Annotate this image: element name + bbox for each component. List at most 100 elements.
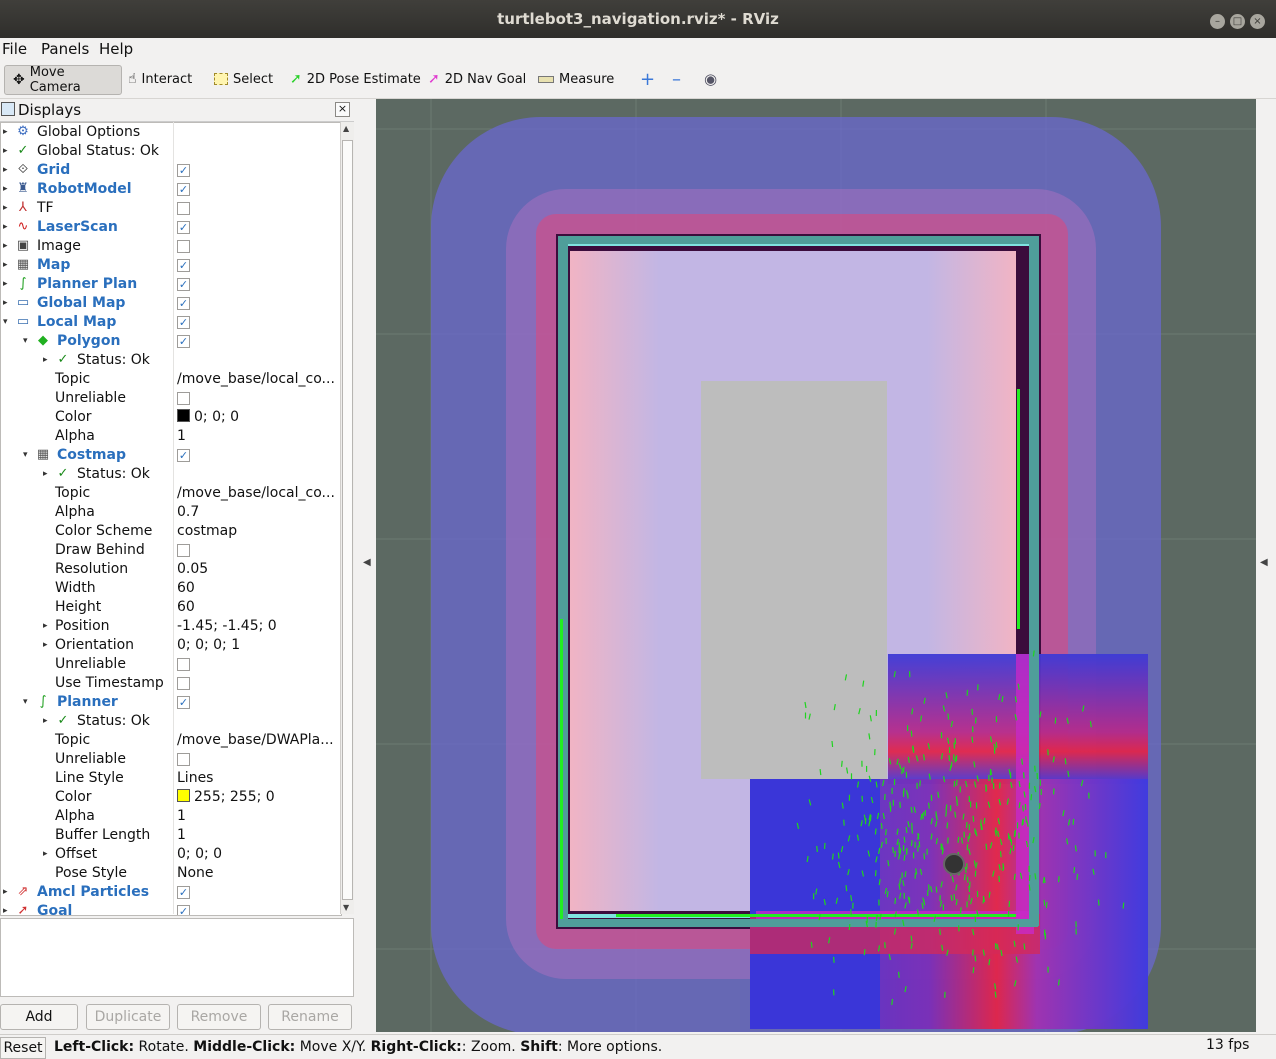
expand-icon[interactable]: ▸ [3, 294, 8, 313]
expand-icon[interactable]: ▸ [3, 237, 8, 256]
tree-row[interactable]: ▸⅄TF [1, 199, 341, 218]
tree-row[interactable]: Line StyleLines [1, 769, 341, 788]
expand-icon[interactable]: ▾ [23, 693, 28, 712]
row-value[interactable]: 0.05 [177, 560, 208, 579]
row-value[interactable]: 0.7 [177, 503, 199, 522]
interact-button[interactable]: ☝Interact [128, 65, 192, 93]
row-value[interactable]: costmap [177, 522, 237, 541]
expand-icon[interactable]: ▾ [3, 313, 8, 332]
tree-row[interactable]: ▸✓Status: Ok [1, 351, 341, 370]
tree-row[interactable]: Pose StyleNone [1, 864, 341, 883]
tree-row[interactable]: ▸Orientation0; 0; 0; 1 [1, 636, 341, 655]
scroll-down-icon[interactable]: ▼ [343, 903, 349, 912]
tree-row[interactable]: ▸▭Global Map✓ [1, 294, 341, 313]
tree-row[interactable]: Use Timestamp [1, 674, 341, 693]
menu-file[interactable]: File [2, 40, 27, 58]
row-value[interactable]: 1 [177, 826, 186, 845]
tree-row[interactable]: ▸♜RobotModel✓ [1, 180, 341, 199]
eye-icon[interactable]: ◉ [704, 65, 717, 93]
row-value[interactable]: /move_base/local_co... [177, 370, 335, 389]
enable-checkbox[interactable]: ✓ [177, 164, 190, 177]
tree-row[interactable]: ▸➚Goal✓ [1, 902, 341, 916]
tree-row[interactable]: Topic/move_base/local_co... [1, 370, 341, 389]
tree-row[interactable]: ▸⚙Global Options [1, 123, 341, 142]
enable-checkbox[interactable]: ✓ [177, 221, 190, 234]
expand-icon[interactable]: ▸ [3, 180, 8, 199]
move-camera-button[interactable]: ✥Move Camera [4, 65, 122, 95]
enable-checkbox[interactable]: ✓ [177, 316, 190, 329]
enable-checkbox[interactable] [177, 677, 190, 690]
expand-icon[interactable]: ▸ [3, 218, 8, 237]
row-value[interactable]: 0; 0; 0 [177, 408, 239, 427]
row-value[interactable]: /move_base/DWAPla... [177, 731, 334, 750]
plus-icon[interactable]: + [640, 65, 655, 93]
expand-icon[interactable]: ▸ [43, 636, 48, 655]
tree-row[interactable]: Topic/move_base/DWAPla... [1, 731, 341, 750]
expand-icon[interactable]: ▸ [43, 617, 48, 636]
row-value[interactable]: 0; 0; 0 [177, 845, 222, 864]
tree-row[interactable]: ▸▦Map✓ [1, 256, 341, 275]
enable-checkbox[interactable]: ✓ [177, 335, 190, 348]
tree-row[interactable]: Height60 [1, 598, 341, 617]
tree-row[interactable]: Unreliable [1, 655, 341, 674]
tree-scrollbar[interactable]: ▲ ▼ [340, 122, 354, 914]
enable-checkbox[interactable] [177, 658, 190, 671]
tree-row[interactable]: Unreliable [1, 750, 341, 769]
expand-icon[interactable]: ▸ [3, 256, 8, 275]
enable-checkbox[interactable] [177, 240, 190, 253]
row-value[interactable]: 0; 0; 0; 1 [177, 636, 240, 655]
tree-row[interactable]: ▸Offset0; 0; 0 [1, 845, 341, 864]
minus-icon[interactable]: – [672, 65, 681, 93]
expand-icon[interactable]: ▾ [23, 446, 28, 465]
expand-icon[interactable]: ▸ [3, 883, 8, 902]
duplicate-button[interactable]: Duplicate [86, 1004, 170, 1030]
tree-row[interactable]: Color255; 255; 0 [1, 788, 341, 807]
tree-row[interactable]: Alpha0.7 [1, 503, 341, 522]
tree-row[interactable]: Color0; 0; 0 [1, 408, 341, 427]
measure-button[interactable]: Measure [538, 65, 614, 93]
tree-row[interactable]: Topic/move_base/local_co... [1, 484, 341, 503]
tree-row[interactable]: ▾▭Local Map✓ [1, 313, 341, 332]
tree-row[interactable]: Unreliable [1, 389, 341, 408]
tree-row[interactable]: ▸✓Status: Ok [1, 465, 341, 484]
collapse-right-icon[interactable]: ◀ [1260, 557, 1268, 568]
add-button[interactable]: Add [0, 1004, 78, 1030]
expand-icon[interactable]: ▸ [3, 199, 8, 218]
tree-row[interactable]: Alpha1 [1, 807, 341, 826]
enable-checkbox[interactable]: ✓ [177, 886, 190, 899]
tree-row[interactable]: ▸Position-1.45; -1.45; 0 [1, 617, 341, 636]
tree-row[interactable]: Resolution0.05 [1, 560, 341, 579]
expand-icon[interactable]: ▸ [43, 845, 48, 864]
scroll-thumb[interactable] [342, 140, 353, 900]
tree-row[interactable]: ▸▣Image [1, 237, 341, 256]
remove-button[interactable]: Remove [177, 1004, 261, 1030]
row-value[interactable]: 60 [177, 579, 195, 598]
menu-help[interactable]: Help [99, 40, 133, 58]
tree-row[interactable]: ▸⇗Amcl Particles✓ [1, 883, 341, 902]
select-button[interactable]: Select [214, 65, 273, 93]
enable-checkbox[interactable] [177, 544, 190, 557]
expand-icon[interactable]: ▸ [3, 902, 8, 916]
rename-button[interactable]: Rename [268, 1004, 352, 1030]
3d-view[interactable] [376, 99, 1256, 1032]
row-value[interactable]: 1 [177, 807, 186, 826]
expand-icon[interactable]: ▸ [43, 351, 48, 370]
row-value[interactable]: 60 [177, 598, 195, 617]
enable-checkbox[interactable]: ✓ [177, 183, 190, 196]
pose-estimate-button[interactable]: ➚2D Pose Estimate [290, 65, 421, 93]
tree-row[interactable]: Width60 [1, 579, 341, 598]
enable-checkbox[interactable]: ✓ [177, 259, 190, 272]
tree-row[interactable]: ▸∫Planner Plan✓ [1, 275, 341, 294]
menu-panels[interactable]: Panels [41, 40, 89, 58]
enable-checkbox[interactable] [177, 392, 190, 405]
enable-checkbox[interactable] [177, 202, 190, 215]
tree-row[interactable]: ▾∫Planner✓ [1, 693, 341, 712]
expand-icon[interactable]: ▸ [3, 123, 8, 142]
tree-row[interactable]: ▸✓Global Status: Ok [1, 142, 341, 161]
enable-checkbox[interactable] [177, 753, 190, 766]
expand-icon[interactable]: ▸ [3, 161, 8, 180]
close-panel-icon[interactable]: × [335, 102, 350, 117]
row-value[interactable]: Lines [177, 769, 213, 788]
maximize-icon[interactable]: □ [1230, 14, 1245, 29]
right-splitter[interactable]: ◀ [1257, 99, 1276, 1032]
